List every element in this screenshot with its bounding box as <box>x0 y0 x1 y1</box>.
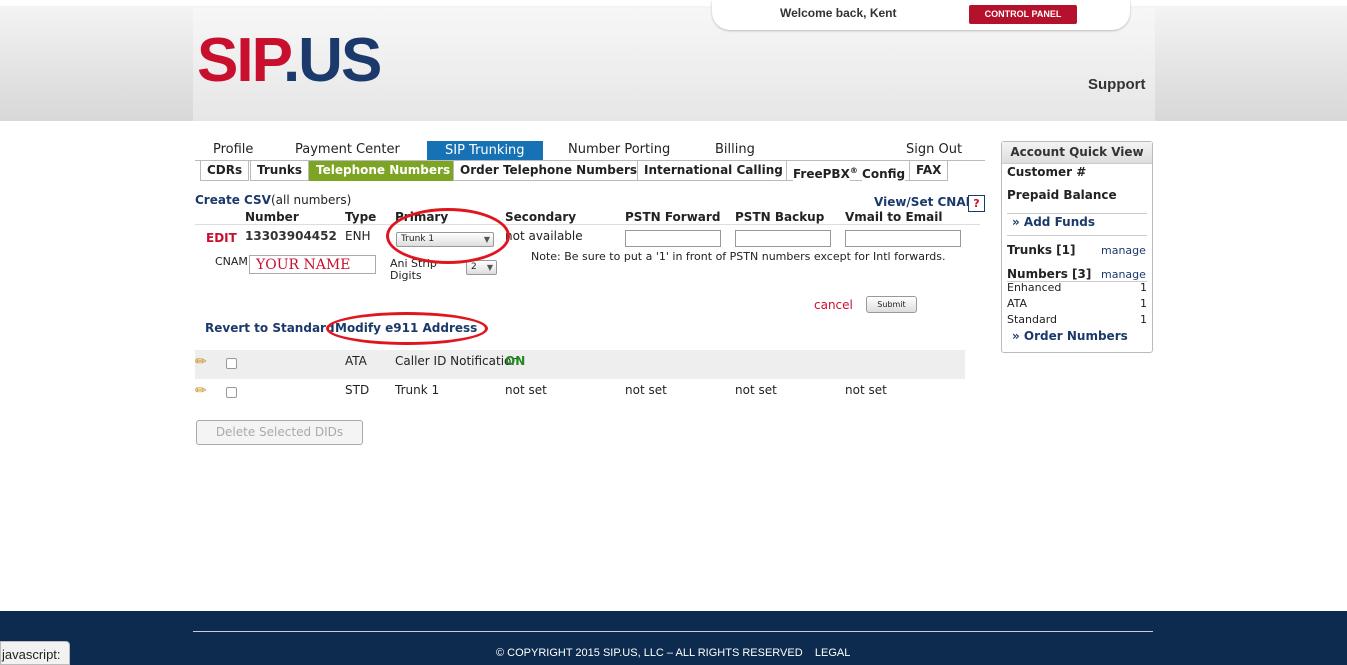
chevron-down-icon: ▼ <box>486 263 493 272</box>
row-vmail: not set <box>845 383 887 397</box>
subtab-fax[interactable]: FAX <box>909 161 949 181</box>
table-header-divider <box>195 224 980 225</box>
ata-count: 1 <box>1140 297 1147 310</box>
logo-part-2: .US <box>282 26 382 95</box>
secondary-not-available: not available <box>505 229 583 243</box>
col-vmail-to-email: Vmail to Email <box>845 210 943 224</box>
config-label: Config <box>862 167 906 181</box>
manage-numbers-link[interactable]: manage <box>1101 268 1146 281</box>
separator <box>1007 235 1147 236</box>
revert-to-standard-link[interactable]: Revert to Standard <box>205 321 335 335</box>
main-nav: Profile Payment Center SIP Trunking Numb… <box>195 141 985 161</box>
order-numbers-link[interactable]: » Order Numbers <box>1012 329 1128 343</box>
help-icon[interactable]: ? <box>968 195 985 212</box>
prepaid-balance-label: Prepaid Balance <box>1007 188 1117 202</box>
footer-text: © COPYRIGHT 2015 SIP.US, LLC – ALL RIGHT… <box>496 647 850 659</box>
table-row-ata-bg <box>195 350 965 379</box>
support-link[interactable]: Support <box>1088 76 1146 93</box>
row-type: ATA <box>345 354 367 368</box>
control-panel-button[interactable]: CONTROL PANEL <box>969 5 1077 24</box>
legal-link[interactable]: LEGAL <box>815 647 850 659</box>
view-set-cnam-link[interactable]: View/Set CNAM <box>874 195 978 209</box>
ani-strip-select[interactable]: 2 ▼ <box>466 260 497 275</box>
pencil-edit-icon[interactable]: ✏ <box>195 354 207 370</box>
row-primary: Caller ID Notification <box>395 354 519 368</box>
row-secondary: not set <box>505 383 547 397</box>
pstn-backup-input[interactable] <box>735 230 831 247</box>
pstn-note: Note: Be sure to put a '1' in front of P… <box>531 250 946 263</box>
site-footer: © COPYRIGHT 2015 SIP.US, LLC – ALL RIGHT… <box>0 611 1347 665</box>
registered-mark: ® <box>849 166 858 175</box>
row-checkbox[interactable] <box>226 387 237 398</box>
welcome-text: Welcome back, Kent <box>780 6 897 20</box>
customer-number-label: Customer # <box>1007 165 1087 179</box>
subtab-trunks[interactable]: Trunks <box>250 161 309 181</box>
enhanced-label: Enhanced <box>1007 281 1062 294</box>
row-pstn-forward: not set <box>625 383 667 397</box>
edit-number: 13303904452 <box>245 229 337 243</box>
edit-type: ENH <box>345 229 371 243</box>
trunks-label: Trunks [1] <box>1007 243 1076 257</box>
footer-divider <box>193 631 1153 632</box>
cancel-link[interactable]: cancel <box>814 298 853 312</box>
highlight-ellipse-e911 <box>326 312 488 345</box>
tab-billing[interactable]: Billing <box>715 142 755 157</box>
row-checkbox[interactable] <box>226 358 237 369</box>
subtab-telephone-numbers[interactable]: Telephone Numbers <box>309 161 458 181</box>
all-numbers-note: (all numbers) <box>271 193 352 207</box>
tab-profile[interactable]: Profile <box>213 142 253 157</box>
separator <box>1007 213 1147 214</box>
pencil-edit-icon[interactable]: ✏ <box>195 383 207 399</box>
quick-view-title: Account Quick View <box>1002 142 1152 164</box>
add-funds-link[interactable]: » Add Funds <box>1012 215 1095 229</box>
copyright-text: © COPYRIGHT 2015 SIP.US, LLC – ALL RIGHT… <box>496 647 803 659</box>
manage-trunks-link[interactable]: manage <box>1101 244 1146 257</box>
subtab-freepbx-config[interactable]: FreePBX® Config <box>786 161 913 181</box>
cnam-label: CNAM <box>215 255 248 268</box>
highlight-ellipse-primary <box>386 208 510 264</box>
row-pstn-backup: not set <box>735 383 777 397</box>
col-number: Number <box>245 210 299 224</box>
row-secondary-on: ON <box>505 354 526 368</box>
account-quick-view: Account Quick View Customer # Prepaid Ba… <box>1001 141 1153 353</box>
col-pstn-backup: PSTN Backup <box>735 210 825 224</box>
create-csv-link[interactable]: Create CSV <box>195 193 271 207</box>
standard-label: Standard <box>1007 313 1058 326</box>
standard-count: 1 <box>1140 313 1147 326</box>
edit-label: EDIT <box>206 231 237 245</box>
tab-number-porting[interactable]: Number Porting <box>568 142 670 157</box>
cnam-input[interactable]: YOUR NAME <box>249 255 376 274</box>
subtab-international-calling[interactable]: International Calling <box>637 161 790 181</box>
vmail-email-input[interactable] <box>845 230 961 247</box>
tab-sip-trunking[interactable]: SIP Trunking <box>427 141 543 160</box>
col-type: Type <box>345 210 377 224</box>
delete-selected-dids-button[interactable]: Delete Selected DIDs <box>196 420 363 445</box>
browser-status-bar: javascript: <box>0 641 70 665</box>
freepbx-label: FreePBX <box>793 167 850 181</box>
row-primary: Trunk 1 <box>395 383 440 397</box>
col-pstn-forward: PSTN Forward <box>625 210 721 224</box>
ani-strip-value: 2 <box>471 262 477 272</box>
row-type: STD <box>345 383 370 397</box>
submit-button[interactable]: Submit <box>866 296 917 313</box>
tab-sign-out[interactable]: Sign Out <box>906 142 962 157</box>
col-secondary: Secondary <box>505 210 577 224</box>
ata-label: ATA <box>1007 297 1028 310</box>
sipus-logo[interactable]: SIP.US <box>197 26 382 95</box>
enhanced-count: 1 <box>1140 281 1147 294</box>
subtab-order-telephone-numbers[interactable]: Order Telephone Numbers <box>453 161 645 181</box>
tab-payment-center[interactable]: Payment Center <box>295 142 400 157</box>
subtab-cdrs[interactable]: CDRs <box>200 161 250 181</box>
pstn-forward-input[interactable] <box>625 230 721 247</box>
numbers-label: Numbers [3] <box>1007 267 1092 281</box>
logo-part-1: SIP <box>197 26 285 95</box>
